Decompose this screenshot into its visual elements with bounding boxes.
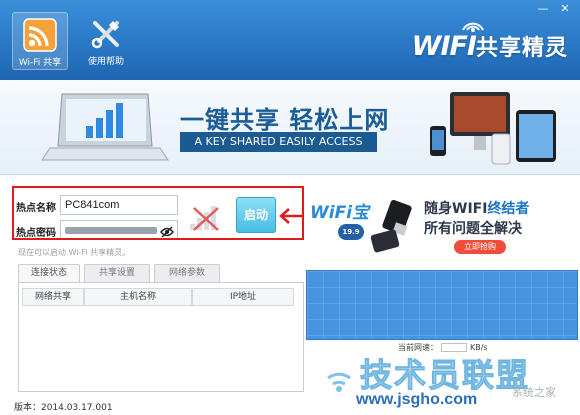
ad-headline-prefix: 随身WIFI [424,201,488,217]
help-label: 使用帮助 [87,57,124,67]
status-hint: 现在可以启动 Wi-Fi 共享精灵。 [18,248,131,257]
laptop-image [41,93,169,161]
ad-subheadline: 所有问题全解决 [424,221,522,237]
ad-logo: WiFi宝 [310,203,370,223]
tab-network-params[interactable]: 网络参数 [154,264,220,282]
tools-icon [91,21,119,49]
minimize-button[interactable]: — [534,2,552,16]
usb-dongle-image [370,200,412,253]
traffic-graph [306,270,578,340]
banner-subtitle: A KEY SHARED EASILY ACCESS [180,132,377,152]
buy-now-button[interactable]: 立即抢购 [454,240,506,254]
wifi-dongle-ad[interactable]: WiFi宝 19.9 随身WIFI终结者 所有问题全解决 立即抢购 [304,190,580,270]
banner-title: 一键共享 轻松上网 [180,106,390,134]
watermark-title: 技术员联盟 [359,356,531,395]
brand-latin: WIFI [411,31,477,62]
col-host-name: 主机名称 [84,288,192,306]
watermark-url: www.jsgho.com [356,391,478,408]
col-ip-address: IP地址 [192,288,294,306]
watermark-right: 系统之家 [512,386,556,399]
pointer-arrow-icon [279,208,305,224]
tab-share-settings[interactable]: 共享设置 [84,264,150,282]
ad-headline-highlight: 终结者 [487,201,530,217]
version-label: 版本：2014.03.17.001 [14,403,113,413]
wifi-share-button[interactable]: Wi-Fi 共享 [12,12,68,70]
col-network-share: 网络共享 [22,288,84,306]
promo-banner: 一键共享 轻松上网 A KEY SHARED EASILY ACCESS [0,80,580,175]
app-brand: WIFI共享精灵 [412,30,568,62]
close-button[interactable]: ✕ [556,2,574,16]
help-button[interactable]: 使用帮助 [78,12,134,70]
wifi-share-label: Wi-Fi 共享 [18,58,62,68]
highlight-box [12,186,304,240]
devices-image [430,92,556,165]
tab-connection-status[interactable]: 连接状态 [18,264,80,282]
watermark-signal-icon [327,372,351,392]
ad-headline: 随身WIFI终结者 [424,198,529,218]
brand-cn: 共享精灵 [475,36,568,61]
wifi-share-icon [23,18,57,52]
tab-bar: 连接状态 共享设置 网络参数 [18,264,304,282]
price-badge: 19.9 [338,224,364,240]
title-toolbar: Wi-Fi 共享 使用帮助 WIFI共享精灵 — ✕ [0,0,580,80]
